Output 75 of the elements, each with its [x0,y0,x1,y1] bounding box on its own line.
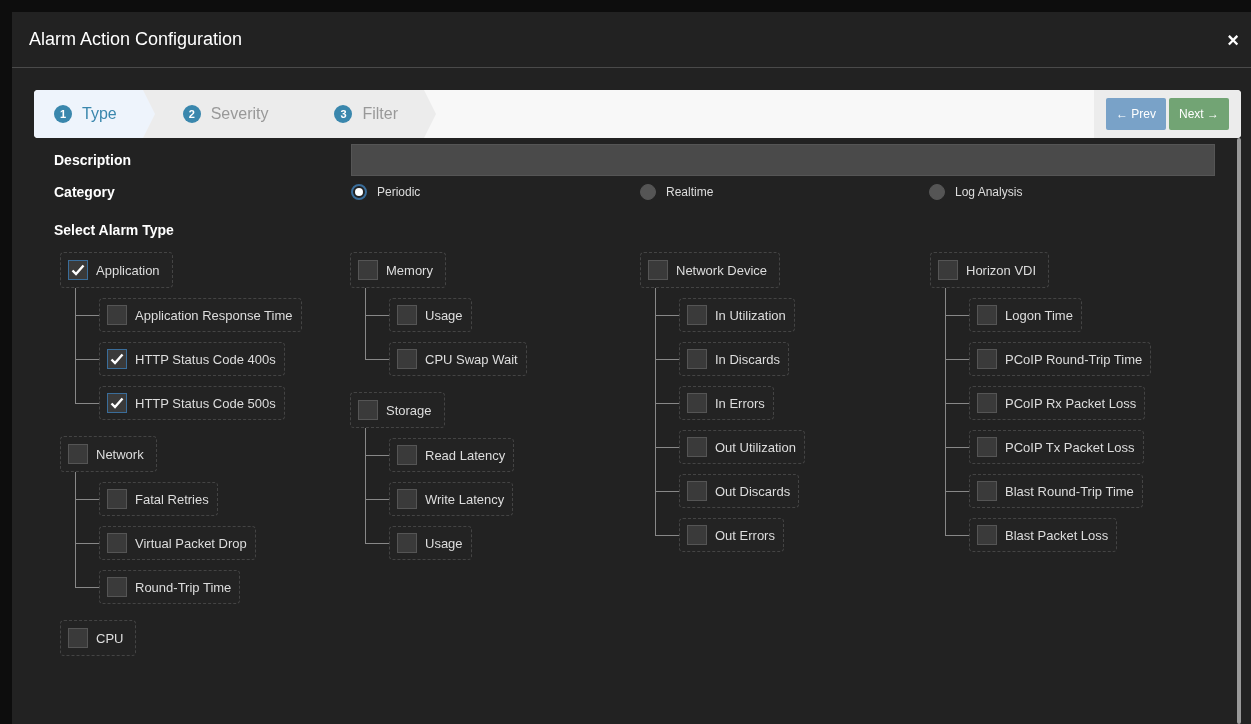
checkbox[interactable] [977,525,997,545]
alarm-type-option[interactable]: Round-Trip Time [99,570,241,604]
description-field[interactable] [351,144,1215,176]
checkbox[interactable] [687,525,707,545]
modal-title: Alarm Action Configuration [29,29,243,50]
alarm-type-option[interactable]: Fatal Retries [99,482,218,516]
alarm-type-option[interactable]: HTTP Status Code 400s [99,342,285,376]
alarm-group-option[interactable]: Memory [350,252,446,288]
alarm-type-option[interactable]: Blast Round-Trip Time [969,474,1143,508]
alarm-type-option[interactable]: CPU Swap Wait [389,342,527,376]
alarm-type-option[interactable]: Out Utilization [679,430,805,464]
checkbox[interactable] [938,260,958,280]
alarm-group-option[interactable]: Horizon VDI [930,252,1050,288]
checkbox[interactable] [358,400,378,420]
checkbox[interactable] [397,305,417,325]
checkbox[interactable] [977,305,997,325]
checkbox[interactable] [68,260,88,280]
checkbox[interactable] [107,577,127,597]
alarm-type-option[interactable]: PCoIP Tx Packet Loss [969,430,1144,464]
checkbox[interactable] [648,260,668,280]
checkbox[interactable] [397,349,417,369]
alarm-type-option[interactable]: In Errors [679,386,774,420]
checkbox[interactable] [107,489,127,509]
checkbox[interactable] [358,260,378,280]
radio-dot[interactable] [351,184,367,200]
checkbox[interactable] [68,628,88,648]
field-label: Description [54,152,132,168]
alarm-group-option[interactable]: Network [60,436,157,472]
alarm-type-option[interactable]: Read Latency [389,438,515,472]
alarm-group-option[interactable]: Application [60,252,173,288]
alarm-type-option[interactable]: Usage [389,526,472,560]
alarm-type-option[interactable]: HTTP Status Code 500s [99,386,285,420]
step-number: 3 [334,105,353,123]
alarm-type-option[interactable]: Out Errors [679,518,784,552]
step-number: 1 [54,105,72,123]
category-radio[interactable]: Realtime [640,184,929,200]
alarm-type-option[interactable]: PCoIP Round-Trip Time [969,342,1152,376]
alarm-type-option[interactable]: Usage [389,298,472,332]
alarm-type-option[interactable]: Blast Packet Loss [969,518,1118,552]
checkbox[interactable] [107,305,127,325]
close-button[interactable]: × [1223,29,1243,50]
category-radio[interactable]: Log Analysis [929,184,1218,200]
alarm-type-option[interactable]: Write Latency [389,482,514,516]
checkbox[interactable] [977,349,997,369]
category-radio[interactable]: Periodic [351,184,640,200]
alarm-type-option[interactable]: Logon Time [969,298,1082,332]
alarm-type-option[interactable]: In Utilization [679,298,795,332]
checkbox[interactable] [107,533,127,553]
alarm-group-option[interactable]: Storage [350,392,445,428]
alarm-type-option[interactable]: Out Discards [679,474,800,508]
section-label: Select Alarm Type [54,222,175,238]
radio-dot[interactable] [929,184,945,200]
checkbox[interactable] [397,533,417,553]
checkbox[interactable] [977,393,997,413]
alarm-type-option[interactable]: PCoIP Rx Packet Loss [969,386,1146,420]
checkbox[interactable] [68,444,88,464]
alarm-group-option[interactable]: CPU [60,620,137,656]
alarm-group-option[interactable]: Network Device [640,252,781,288]
checkbox[interactable] [397,489,417,509]
step-number: 2 [182,105,201,123]
checkbox[interactable] [687,349,707,369]
checkbox[interactable] [397,445,417,465]
radio-dot[interactable] [640,184,656,200]
checkbox[interactable] [687,481,707,501]
checkbox[interactable] [687,437,707,457]
alarm-type-option[interactable]: Virtual Packet Drop [99,526,256,560]
checkbox[interactable] [687,393,707,413]
alarm-type-option[interactable]: In Discards [679,342,790,376]
checkbox[interactable] [977,481,997,501]
checkbox[interactable] [687,305,707,325]
checkbox[interactable] [107,393,127,413]
alarm-type-option[interactable]: Application Response Time [99,298,302,332]
checkbox[interactable] [107,349,127,369]
field-label: Category [54,184,116,200]
checkbox[interactable] [977,437,997,457]
